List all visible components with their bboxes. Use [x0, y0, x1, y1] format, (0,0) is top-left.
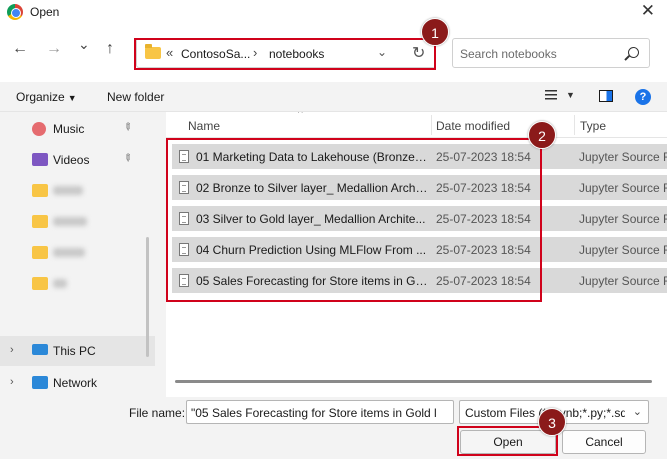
- highlight-box-address: [134, 38, 436, 70]
- column-header-name[interactable]: Name: [188, 119, 220, 133]
- blurred-label: [53, 279, 67, 288]
- sidebar-item-network[interactable]: › Network: [0, 368, 155, 397]
- column-header-date-modified[interactable]: Date modified: [436, 119, 510, 133]
- sidebar-item-this-pc[interactable]: › This PC: [0, 336, 155, 366]
- file-type: Jupyter Source F: [579, 150, 667, 164]
- close-icon[interactable]: ✕: [641, 1, 655, 21]
- blurred-label: [53, 186, 83, 195]
- back-arrow-icon[interactable]: ←: [12, 40, 28, 58]
- file-name-label: File name:: [129, 406, 186, 420]
- horizontal-scrollbar[interactable]: [175, 380, 652, 383]
- sidebar-item-label: Music: [53, 122, 85, 136]
- navigation-pane: Music ✎ Videos ✎ › This PC › Network: [0, 112, 155, 397]
- view-dropdown-icon[interactable]: ▼: [566, 90, 575, 100]
- forward-arrow-icon[interactable]: →: [46, 40, 62, 58]
- pin-icon: ✎: [120, 151, 135, 166]
- organize-menu-button[interactable]: Organize ▼: [16, 90, 77, 104]
- search-input[interactable]: Search notebooks: [452, 38, 650, 68]
- pin-icon: ✎: [120, 120, 135, 135]
- command-toolbar: Organize ▼ New folder ▼ ?: [0, 82, 667, 112]
- column-divider[interactable]: [574, 115, 575, 135]
- folder-icon: [32, 246, 48, 259]
- folder-icon: [32, 215, 48, 228]
- up-arrow-icon[interactable]: ↑: [106, 40, 114, 58]
- dialog-footer: File name: "05 Sales Forecasting for Sto…: [0, 397, 667, 459]
- chevron-down-icon: ⌄: [632, 406, 642, 418]
- file-type: Jupyter Source F: [579, 274, 667, 288]
- column-divider[interactable]: [431, 115, 432, 135]
- new-folder-button[interactable]: New folder: [107, 90, 164, 104]
- sidebar-item-folder[interactable]: [0, 238, 155, 268]
- file-type: Jupyter Source F: [579, 212, 667, 226]
- sidebar-item-label: Network: [53, 376, 98, 390]
- column-header-type[interactable]: Type: [580, 119, 606, 133]
- step-badge: 3: [538, 408, 566, 436]
- folder-icon: [32, 184, 48, 197]
- chrome-icon: [7, 4, 23, 20]
- sidebar-item-folder[interactable]: [0, 207, 155, 237]
- blurred-label: [53, 217, 87, 226]
- help-icon[interactable]: ?: [635, 89, 651, 105]
- music-icon: [32, 122, 46, 136]
- search-icon[interactable]: [628, 47, 639, 58]
- highlight-box-files: [166, 138, 542, 302]
- recent-locations-icon[interactable]: ⌄: [78, 36, 90, 53]
- blurred-label: [53, 248, 85, 257]
- computer-icon: [32, 344, 48, 355]
- search-placeholder: Search notebooks: [460, 47, 557, 61]
- dialog-title: Open: [30, 5, 60, 19]
- network-icon: [32, 376, 48, 389]
- column-header-row: ^ Name Date modified Type: [166, 112, 667, 138]
- folder-icon: [32, 277, 48, 290]
- cancel-button[interactable]: Cancel: [562, 430, 646, 454]
- sidebar-scrollbar[interactable]: [146, 237, 149, 357]
- sidebar-item-music[interactable]: Music ✎: [0, 114, 155, 144]
- sort-ascending-icon: ^: [298, 112, 303, 119]
- step-badge: 2: [528, 121, 556, 149]
- sidebar-item-folder[interactable]: [0, 269, 155, 299]
- title-bar: Open ✕: [0, 0, 667, 24]
- view-list-icon[interactable]: [545, 90, 557, 100]
- expand-chevron-icon[interactable]: ›: [10, 344, 14, 356]
- expand-chevron-icon[interactable]: ›: [10, 376, 14, 388]
- sidebar-item-folder[interactable]: [0, 176, 155, 206]
- file-type: Jupyter Source F: [579, 181, 667, 195]
- file-type: Jupyter Source F: [579, 243, 667, 257]
- sidebar-item-label: Videos: [53, 153, 90, 167]
- preview-pane-icon[interactable]: [599, 90, 613, 102]
- sidebar-item-label: This PC: [53, 344, 96, 358]
- organize-label: Organize: [16, 90, 65, 104]
- sidebar-item-videos[interactable]: Videos ✎: [0, 145, 155, 175]
- caret-down-icon: ▼: [67, 93, 77, 103]
- step-badge: 1: [421, 18, 449, 46]
- file-name-input[interactable]: "05 Sales Forecasting for Store items in…: [186, 400, 454, 424]
- videos-icon: [32, 153, 48, 166]
- file-name-value: "05 Sales Forecasting for Store items in…: [191, 406, 437, 420]
